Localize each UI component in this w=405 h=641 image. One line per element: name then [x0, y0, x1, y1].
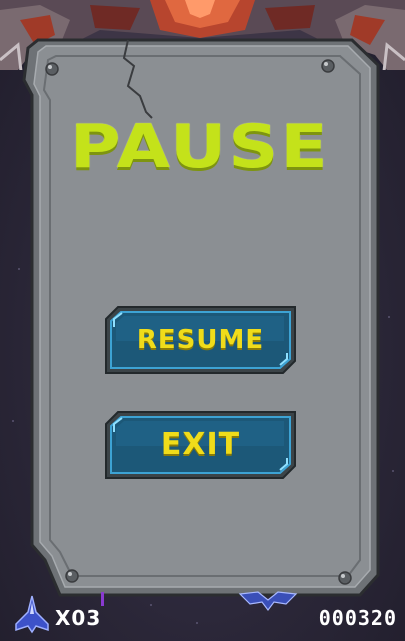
- player-ship-icon: [15, 595, 49, 634]
- player-missile: [101, 592, 104, 606]
- panel-rivet: [321, 59, 335, 73]
- lives-counter: X03: [55, 606, 102, 630]
- panel-rivet: [45, 62, 59, 76]
- panel-rivet: [338, 571, 352, 585]
- enemy-ship-icon: [238, 591, 298, 611]
- pause-title: PAUSE: [70, 112, 330, 182]
- resume-label: RESUME: [136, 325, 265, 355]
- resume-button[interactable]: RESUME: [104, 305, 297, 375]
- panel-rivet: [65, 569, 79, 583]
- exit-label: EXIT: [160, 427, 241, 462]
- game-stage: PAUSE RESUME EXIT X03 000320: [0, 0, 405, 641]
- exit-button[interactable]: EXIT: [104, 410, 297, 480]
- score-counter: 000320: [318, 606, 397, 630]
